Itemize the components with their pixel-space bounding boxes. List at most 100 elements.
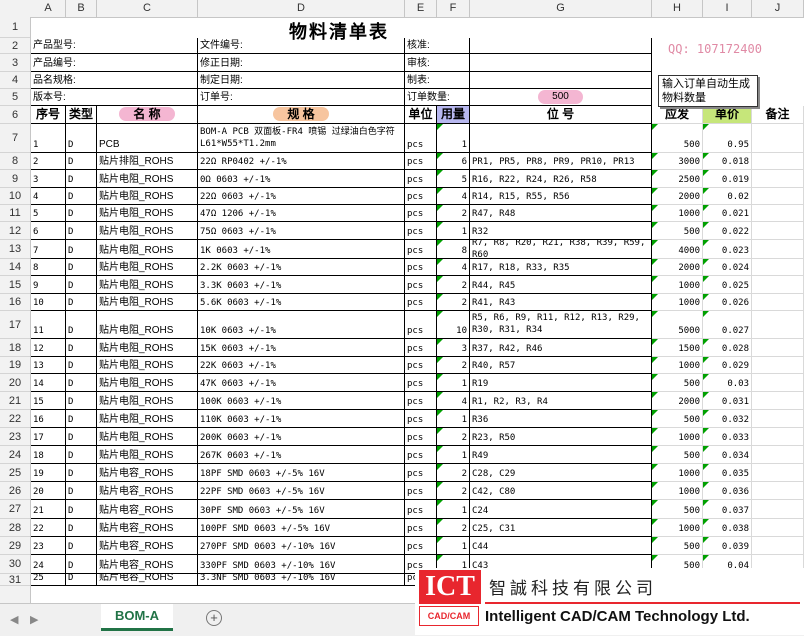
item-position[interactable]: R1, R2, R3, R4 [470, 392, 652, 410]
item-seq[interactable]: 25 [31, 574, 66, 586]
item-unit[interactable]: pcs [405, 392, 437, 410]
item-name[interactable]: 贴片电容_ROHS [97, 519, 198, 537]
item-seq[interactable]: 18 [31, 446, 66, 464]
item-ship-qty[interactable]: 1000 [652, 276, 703, 294]
item-type[interactable]: D [66, 574, 97, 586]
item-ship-qty[interactable]: 500 [652, 500, 703, 519]
row-header-13[interactable]: 13 [0, 240, 30, 259]
item-name[interactable]: 贴片电阻_ROHS [97, 339, 198, 357]
item-type[interactable]: D [66, 519, 97, 537]
item-usage[interactable]: 1 [437, 446, 470, 464]
item-spec[interactable]: 3.3NF SMD 0603 +/-10% 16V [198, 574, 405, 586]
item-note[interactable] [752, 240, 804, 259]
column-header-c[interactable]: C [97, 0, 198, 17]
row-header-12[interactable]: 12 [0, 222, 30, 240]
item-type[interactable]: D [66, 311, 97, 339]
item-spec[interactable]: 47Ω 1206 +/-1% [198, 205, 405, 222]
item-spec[interactable]: 47K 0603 +/-1% [198, 374, 405, 392]
item-usage[interactable]: 8 [437, 240, 470, 259]
item-ship-qty[interactable]: 500 [652, 446, 703, 464]
header-spec[interactable]: 规 格 [198, 106, 405, 124]
item-position[interactable]: R44, R45 [470, 276, 652, 294]
header-position[interactable]: 位 号 [470, 106, 652, 124]
header-usage[interactable]: 用量 [437, 106, 470, 124]
item-seq[interactable]: 15 [31, 392, 66, 410]
item-name[interactable]: 贴片排阻_ROHS [97, 153, 198, 170]
item-usage[interactable]: 1 [437, 124, 470, 153]
item-type[interactable]: D [66, 153, 97, 170]
item-seq[interactable]: 21 [31, 500, 66, 519]
item-unit[interactable]: pcs [405, 410, 437, 428]
item-usage[interactable]: 1 [437, 374, 470, 392]
item-unit-price[interactable]: 0.032 [703, 410, 752, 428]
item-unit-price[interactable]: 0.95 [703, 124, 752, 153]
item-name[interactable]: 贴片电阻_ROHS [97, 428, 198, 446]
item-type[interactable]: D [66, 500, 97, 519]
item-type[interactable]: D [66, 222, 97, 240]
item-ship-qty[interactable]: 1000 [652, 357, 703, 374]
item-usage[interactable]: 4 [437, 259, 470, 276]
row-header-20[interactable]: 20 [0, 374, 30, 392]
item-seq[interactable]: 17 [31, 428, 66, 446]
item-position[interactable]: R49 [470, 446, 652, 464]
item-type[interactable]: D [66, 392, 97, 410]
row-header-30[interactable]: 30 [0, 555, 30, 574]
next-sheet-icon[interactable]: ▶ [30, 613, 38, 626]
info-label[interactable]: 审核: [405, 54, 470, 72]
row-header-26[interactable]: 26 [0, 482, 30, 500]
info-label[interactable]: 订单数量: [405, 89, 470, 106]
item-seq[interactable]: 24 [31, 555, 66, 574]
item-unit-price[interactable]: 0.025 [703, 276, 752, 294]
item-type[interactable]: D [66, 374, 97, 392]
item-name[interactable]: 贴片电阻_ROHS [97, 259, 198, 276]
item-unit[interactable]: pcs [405, 205, 437, 222]
item-seq[interactable]: 2 [31, 153, 66, 170]
item-unit-price[interactable]: 0.031 [703, 392, 752, 410]
item-spec[interactable]: 270PF SMD 0603 +/-10% 16V [198, 537, 405, 555]
item-unit[interactable]: pcs [405, 482, 437, 500]
row-header-1[interactable]: 1 [0, 17, 30, 38]
item-type[interactable]: D [66, 357, 97, 374]
item-position[interactable]: C42, C80 [470, 482, 652, 500]
item-name[interactable]: 贴片电阻_ROHS [97, 446, 198, 464]
item-position[interactable]: C25, C31 [470, 519, 652, 537]
item-position[interactable]: PR1, PR5, PR8, PR9, PR10, PR13 [470, 153, 652, 170]
item-unit-price[interactable]: 0.038 [703, 519, 752, 537]
item-note[interactable] [752, 392, 804, 410]
info-label[interactable]: 修正日期: [198, 54, 405, 72]
info-label[interactable]: 产品型号: [31, 38, 198, 54]
add-sheet-icon[interactable]: + [206, 610, 222, 626]
item-name[interactable]: 贴片电阻_ROHS [97, 392, 198, 410]
sheet-grid[interactable]: 物料清单表 QQ: 107172400 产品型号: 文件编号: 核准: 产品编号: 修正日期… [31, 17, 804, 603]
item-unit[interactable]: pcs [405, 170, 437, 188]
item-position[interactable] [470, 124, 652, 153]
item-spec[interactable]: 18PF SMD 0603 +/-5% 16V [198, 464, 405, 482]
item-unit[interactable]: pcs [405, 222, 437, 240]
item-type[interactable]: D [66, 188, 97, 205]
item-usage[interactable]: 1 [437, 222, 470, 240]
item-position[interactable]: R41, R43 [470, 294, 652, 311]
item-position[interactable]: R5, R6, R9, R11, R12, R13, R29, R30, R31… [470, 311, 652, 339]
item-unit-price[interactable]: 0.02 [703, 188, 752, 205]
item-unit[interactable]: pcs [405, 259, 437, 276]
item-note[interactable] [752, 446, 804, 464]
item-ship-qty[interactable]: 500 [652, 374, 703, 392]
item-unit-price[interactable]: 0.024 [703, 259, 752, 276]
item-note[interactable] [752, 222, 804, 240]
item-usage[interactable]: 2 [437, 482, 470, 500]
column-header-g[interactable]: G [470, 0, 652, 17]
item-ship-qty[interactable]: 3000 [652, 153, 703, 170]
item-seq[interactable]: 14 [31, 374, 66, 392]
row-header-21[interactable]: 21 [0, 392, 30, 410]
item-unit[interactable]: pcs [405, 276, 437, 294]
column-header-a[interactable]: A [31, 0, 66, 17]
item-position[interactable]: R16, R22, R24, R26, R58 [470, 170, 652, 188]
item-type[interactable]: D [66, 555, 97, 574]
item-position[interactable]: R37, R42, R46 [470, 339, 652, 357]
row-header-22[interactable]: 22 [0, 410, 30, 428]
row-header-19[interactable]: 19 [0, 357, 30, 374]
info-label[interactable]: 订单号: [198, 89, 405, 106]
item-ship-qty[interactable]: 500 [652, 222, 703, 240]
item-note[interactable] [752, 170, 804, 188]
item-usage[interactable]: 2 [437, 357, 470, 374]
